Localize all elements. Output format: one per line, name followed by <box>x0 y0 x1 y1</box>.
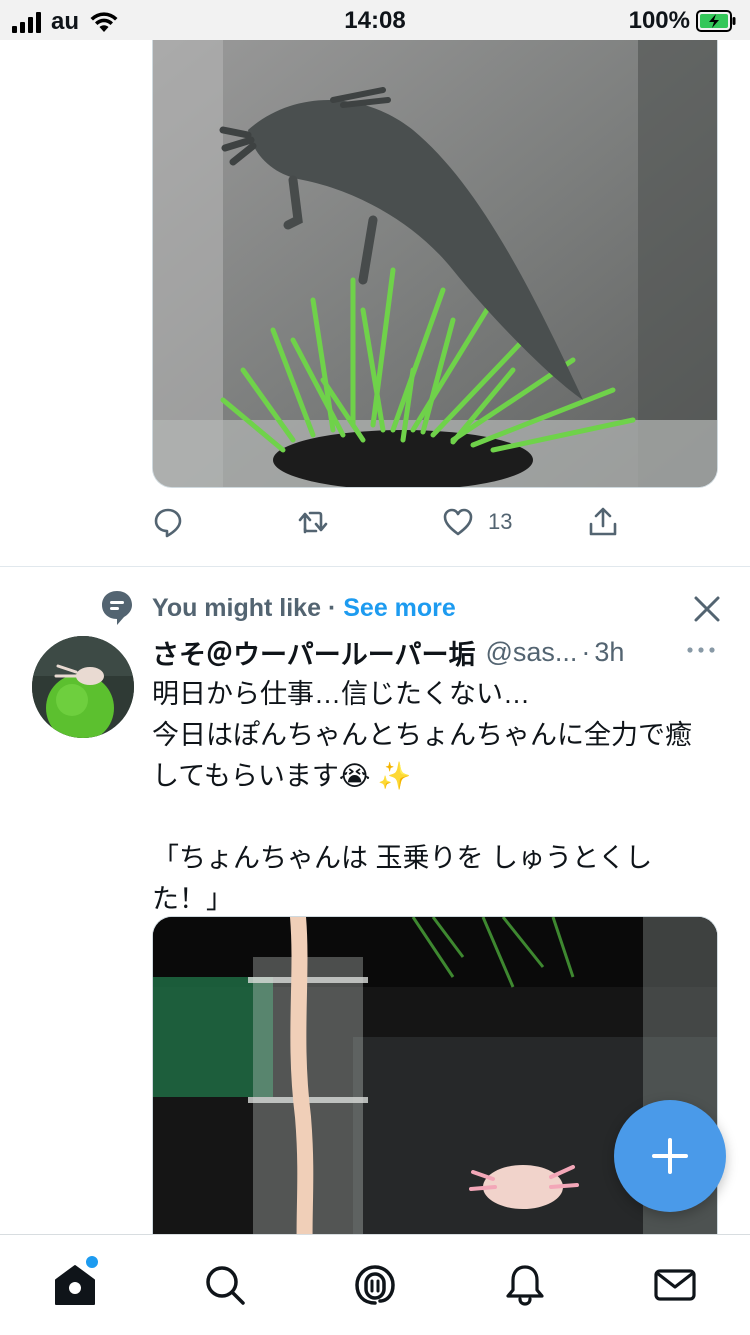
reply-icon <box>154 508 182 538</box>
status-bar: au 14:08 100% <box>0 0 750 40</box>
axolotl-photo <box>153 40 717 487</box>
tweet-header: さそ＠ウーパールーパー垢 @sas... · 3h <box>152 632 722 672</box>
bottom-tab-bar <box>0 1234 750 1335</box>
topic-bubble-icon <box>102 591 132 625</box>
close-icon[interactable] <box>690 592 724 626</box>
like-count: 13 <box>488 509 513 534</box>
tab-messages[interactable] <box>653 1263 697 1307</box>
plus-icon <box>652 1138 688 1174</box>
header-separator: · <box>581 636 591 667</box>
spaces-icon <box>355 1265 395 1305</box>
user-handle[interactable]: @sas... <box>485 637 577 668</box>
tab-spaces[interactable] <box>353 1263 397 1307</box>
compose-tweet-button[interactable] <box>614 1100 726 1212</box>
avatar[interactable] <box>32 636 134 738</box>
tab-search[interactable] <box>203 1263 247 1307</box>
tweet-text: 明日から仕事…信じたくない… 今日はぽんちゃんとちょんちゃんに全力で癒 してもら… <box>152 679 692 914</box>
battery-charging-icon <box>696 10 736 32</box>
tweet-media-image[interactable] <box>152 40 718 488</box>
see-more-link[interactable]: See more <box>343 594 456 622</box>
share-icon <box>589 507 617 536</box>
timeline-divider <box>0 566 750 567</box>
tweet-media-image[interactable] <box>152 916 718 1256</box>
tweet-action-bar: 13 <box>152 500 718 544</box>
tab-notifications[interactable] <box>503 1263 547 1307</box>
messages-icon <box>654 1269 696 1301</box>
tweet-timestamp[interactable]: 3h <box>594 637 624 668</box>
battery-percentage: 100% <box>628 7 690 34</box>
notifications-icon <box>506 1265 544 1306</box>
search-icon <box>206 1266 245 1305</box>
display-name[interactable]: さそ＠ウーパールーパー垢 <box>152 633 475 672</box>
like-button[interactable]: 13 <box>442 500 512 544</box>
share-button[interactable] <box>587 500 619 544</box>
suggestion-header: You might like · See more <box>100 588 456 628</box>
new-tweets-dot <box>84 1254 100 1270</box>
retweet-icon <box>298 511 328 534</box>
reply-button[interactable] <box>152 500 184 544</box>
avatar-image <box>32 636 134 738</box>
suggestion-label: You might like <box>152 593 321 622</box>
heart-icon <box>443 508 473 536</box>
axolotl-tank-photo <box>153 917 717 1256</box>
more-options-icon[interactable] <box>686 640 716 660</box>
retweet-button[interactable] <box>297 500 329 544</box>
suggestion-separator: · <box>327 593 337 622</box>
